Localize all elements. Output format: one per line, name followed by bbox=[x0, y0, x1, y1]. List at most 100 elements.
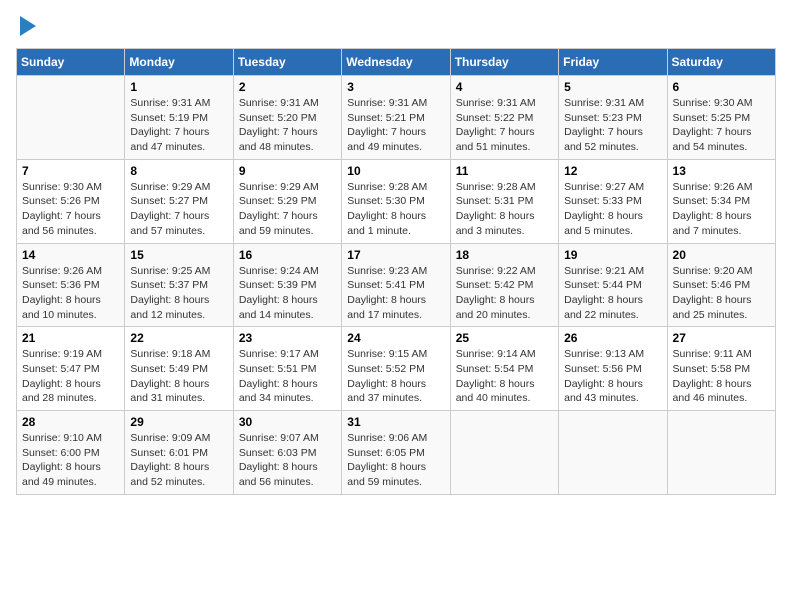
day-number: 25 bbox=[456, 331, 553, 345]
day-number: 16 bbox=[239, 248, 336, 262]
calendar-cell: 20Sunrise: 9:20 AMSunset: 5:46 PMDayligh… bbox=[667, 243, 775, 327]
cell-info: Sunrise: 9:19 AMSunset: 5:47 PMDaylight:… bbox=[22, 347, 119, 406]
cell-info: Sunrise: 9:07 AMSunset: 6:03 PMDaylight:… bbox=[239, 431, 336, 490]
calendar-cell: 15Sunrise: 9:25 AMSunset: 5:37 PMDayligh… bbox=[125, 243, 233, 327]
calendar-cell: 2 Sunrise: 9:31 AMSunset: 5:20 PMDaylight… bbox=[233, 76, 341, 160]
calendar-cell: 8 Sunrise: 9:29 AMSunset: 5:27 PMDaylight… bbox=[125, 159, 233, 243]
day-number: 31 bbox=[347, 415, 444, 429]
calendar-cell: 10 Sunrise: 9:28 AMSunset: 5:30 PMDayligh… bbox=[342, 159, 450, 243]
day-number: 5 bbox=[564, 80, 661, 94]
cell-info: Sunrise: 9:31 AMSunset: 5:20 PMDaylight:… bbox=[239, 96, 336, 155]
day-number: 13 bbox=[673, 164, 770, 178]
day-number: 21 bbox=[22, 331, 119, 345]
day-number: 22 bbox=[130, 331, 227, 345]
calendar-cell: 30 Sunrise: 9:07 AMSunset: 6:03 PMDayligh… bbox=[233, 411, 341, 495]
day-number: 8 bbox=[130, 164, 227, 178]
calendar-cell: 21 Sunrise: 9:19 AMSunset: 5:47 PMDayligh… bbox=[17, 327, 125, 411]
day-number: 3 bbox=[347, 80, 444, 94]
page-header bbox=[16, 16, 776, 36]
calendar-cell: 12 Sunrise: 9:27 AMSunset: 5:33 PMDayligh… bbox=[559, 159, 667, 243]
header-cell-friday: Friday bbox=[559, 49, 667, 76]
cell-info: Sunrise: 9:29 AMSunset: 5:29 PMDaylight:… bbox=[239, 180, 336, 239]
cell-info: Sunrise: 9:23 AMSunset: 5:41 PMDaylight:… bbox=[347, 264, 444, 323]
calendar-cell: 29Sunrise: 9:09 AMSunset: 6:01 PMDayligh… bbox=[125, 411, 233, 495]
cell-info: Sunrise: 9:26 AMSunset: 5:36 PMDaylight:… bbox=[22, 264, 119, 323]
cell-info: Sunrise: 9:29 AMSunset: 5:27 PMDaylight:… bbox=[130, 180, 227, 239]
day-number: 19 bbox=[564, 248, 661, 262]
cell-info: Sunrise: 9:27 AMSunset: 5:33 PMDaylight:… bbox=[564, 180, 661, 239]
day-number: 12 bbox=[564, 164, 661, 178]
calendar-cell: 3 Sunrise: 9:31 AMSunset: 5:21 PMDaylight… bbox=[342, 76, 450, 160]
cell-info: Sunrise: 9:31 AMSunset: 5:19 PMDaylight:… bbox=[130, 96, 227, 155]
header-cell-saturday: Saturday bbox=[667, 49, 775, 76]
calendar-cell: 31Sunrise: 9:06 AMSunset: 6:05 PMDayligh… bbox=[342, 411, 450, 495]
cell-info: Sunrise: 9:31 AMSunset: 5:22 PMDaylight:… bbox=[456, 96, 553, 155]
week-row-3: 14 Sunrise: 9:26 AMSunset: 5:36 PMDayligh… bbox=[17, 243, 776, 327]
cell-info: Sunrise: 9:30 AMSunset: 5:26 PMDaylight:… bbox=[22, 180, 119, 239]
header-cell-tuesday: Tuesday bbox=[233, 49, 341, 76]
calendar-cell: 4Sunrise: 9:31 AMSunset: 5:22 PMDaylight… bbox=[450, 76, 558, 160]
day-number: 28 bbox=[22, 415, 119, 429]
calendar-cell: 27 Sunrise: 9:11 AMSunset: 5:58 PMDayligh… bbox=[667, 327, 775, 411]
cell-info: Sunrise: 9:18 AMSunset: 5:49 PMDaylight:… bbox=[130, 347, 227, 406]
calendar-cell: 11 Sunrise: 9:28 AMSunset: 5:31 PMDayligh… bbox=[450, 159, 558, 243]
calendar-cell: 16 Sunrise: 9:24 AMSunset: 5:39 PMDayligh… bbox=[233, 243, 341, 327]
calendar-cell: 28Sunrise: 9:10 AMSunset: 6:00 PMDayligh… bbox=[17, 411, 125, 495]
week-row-2: 7 Sunrise: 9:30 AMSunset: 5:26 PMDaylight… bbox=[17, 159, 776, 243]
calendar-cell: 7 Sunrise: 9:30 AMSunset: 5:26 PMDaylight… bbox=[17, 159, 125, 243]
calendar-cell: 9 Sunrise: 9:29 AMSunset: 5:29 PMDaylight… bbox=[233, 159, 341, 243]
header-cell-sunday: Sunday bbox=[17, 49, 125, 76]
logo bbox=[16, 16, 36, 36]
calendar-cell: 18 Sunrise: 9:22 AMSunset: 5:42 PMDayligh… bbox=[450, 243, 558, 327]
week-row-1: 1 Sunrise: 9:31 AMSunset: 5:19 PMDaylight… bbox=[17, 76, 776, 160]
cell-info: Sunrise: 9:22 AMSunset: 5:42 PMDaylight:… bbox=[456, 264, 553, 323]
cell-info: Sunrise: 9:14 AMSunset: 5:54 PMDaylight:… bbox=[456, 347, 553, 406]
cell-info: Sunrise: 9:28 AMSunset: 5:31 PMDaylight:… bbox=[456, 180, 553, 239]
day-number: 18 bbox=[456, 248, 553, 262]
day-number: 24 bbox=[347, 331, 444, 345]
day-number: 7 bbox=[22, 164, 119, 178]
cell-info: Sunrise: 9:31 AMSunset: 5:23 PMDaylight:… bbox=[564, 96, 661, 155]
calendar-cell: 23 Sunrise: 9:17 AMSunset: 5:51 PMDayligh… bbox=[233, 327, 341, 411]
day-number: 29 bbox=[130, 415, 227, 429]
calendar-cell bbox=[559, 411, 667, 495]
calendar-cell bbox=[17, 76, 125, 160]
day-number: 27 bbox=[673, 331, 770, 345]
cell-info: Sunrise: 9:17 AMSunset: 5:51 PMDaylight:… bbox=[239, 347, 336, 406]
calendar-cell: 22 Sunrise: 9:18 AMSunset: 5:49 PMDayligh… bbox=[125, 327, 233, 411]
day-number: 26 bbox=[564, 331, 661, 345]
day-number: 14 bbox=[22, 248, 119, 262]
day-number: 6 bbox=[673, 80, 770, 94]
cell-info: Sunrise: 9:21 AMSunset: 5:44 PMDaylight:… bbox=[564, 264, 661, 323]
day-number: 30 bbox=[239, 415, 336, 429]
calendar-cell: 13Sunrise: 9:26 AMSunset: 5:34 PMDayligh… bbox=[667, 159, 775, 243]
cell-info: Sunrise: 9:11 AMSunset: 5:58 PMDaylight:… bbox=[673, 347, 770, 406]
day-number: 2 bbox=[239, 80, 336, 94]
calendar-table: SundayMondayTuesdayWednesdayThursdayFrid… bbox=[16, 48, 776, 495]
calendar-cell: 1 Sunrise: 9:31 AMSunset: 5:19 PMDaylight… bbox=[125, 76, 233, 160]
day-number: 1 bbox=[130, 80, 227, 94]
day-number: 23 bbox=[239, 331, 336, 345]
day-number: 9 bbox=[239, 164, 336, 178]
week-row-5: 28Sunrise: 9:10 AMSunset: 6:00 PMDayligh… bbox=[17, 411, 776, 495]
day-number: 10 bbox=[347, 164, 444, 178]
cell-info: Sunrise: 9:24 AMSunset: 5:39 PMDaylight:… bbox=[239, 264, 336, 323]
calendar-cell: 26Sunrise: 9:13 AMSunset: 5:56 PMDayligh… bbox=[559, 327, 667, 411]
header-cell-monday: Monday bbox=[125, 49, 233, 76]
calendar-cell: 25 Sunrise: 9:14 AMSunset: 5:54 PMDayligh… bbox=[450, 327, 558, 411]
cell-info: Sunrise: 9:31 AMSunset: 5:21 PMDaylight:… bbox=[347, 96, 444, 155]
cell-info: Sunrise: 9:15 AMSunset: 5:52 PMDaylight:… bbox=[347, 347, 444, 406]
logo-arrow-icon bbox=[20, 16, 36, 36]
calendar-cell: 24 Sunrise: 9:15 AMSunset: 5:52 PMDayligh… bbox=[342, 327, 450, 411]
cell-info: Sunrise: 9:28 AMSunset: 5:30 PMDaylight:… bbox=[347, 180, 444, 239]
calendar-cell: 14 Sunrise: 9:26 AMSunset: 5:36 PMDayligh… bbox=[17, 243, 125, 327]
day-number: 15 bbox=[130, 248, 227, 262]
calendar-cell bbox=[667, 411, 775, 495]
day-number: 20 bbox=[673, 248, 770, 262]
header-cell-wednesday: Wednesday bbox=[342, 49, 450, 76]
day-number: 11 bbox=[456, 164, 553, 178]
calendar-cell: 5 Sunrise: 9:31 AMSunset: 5:23 PMDaylight… bbox=[559, 76, 667, 160]
calendar-cell: 6Sunrise: 9:30 AMSunset: 5:25 PMDaylight… bbox=[667, 76, 775, 160]
header-row: SundayMondayTuesdayWednesdayThursdayFrid… bbox=[17, 49, 776, 76]
calendar-cell: 17Sunrise: 9:23 AMSunset: 5:41 PMDayligh… bbox=[342, 243, 450, 327]
